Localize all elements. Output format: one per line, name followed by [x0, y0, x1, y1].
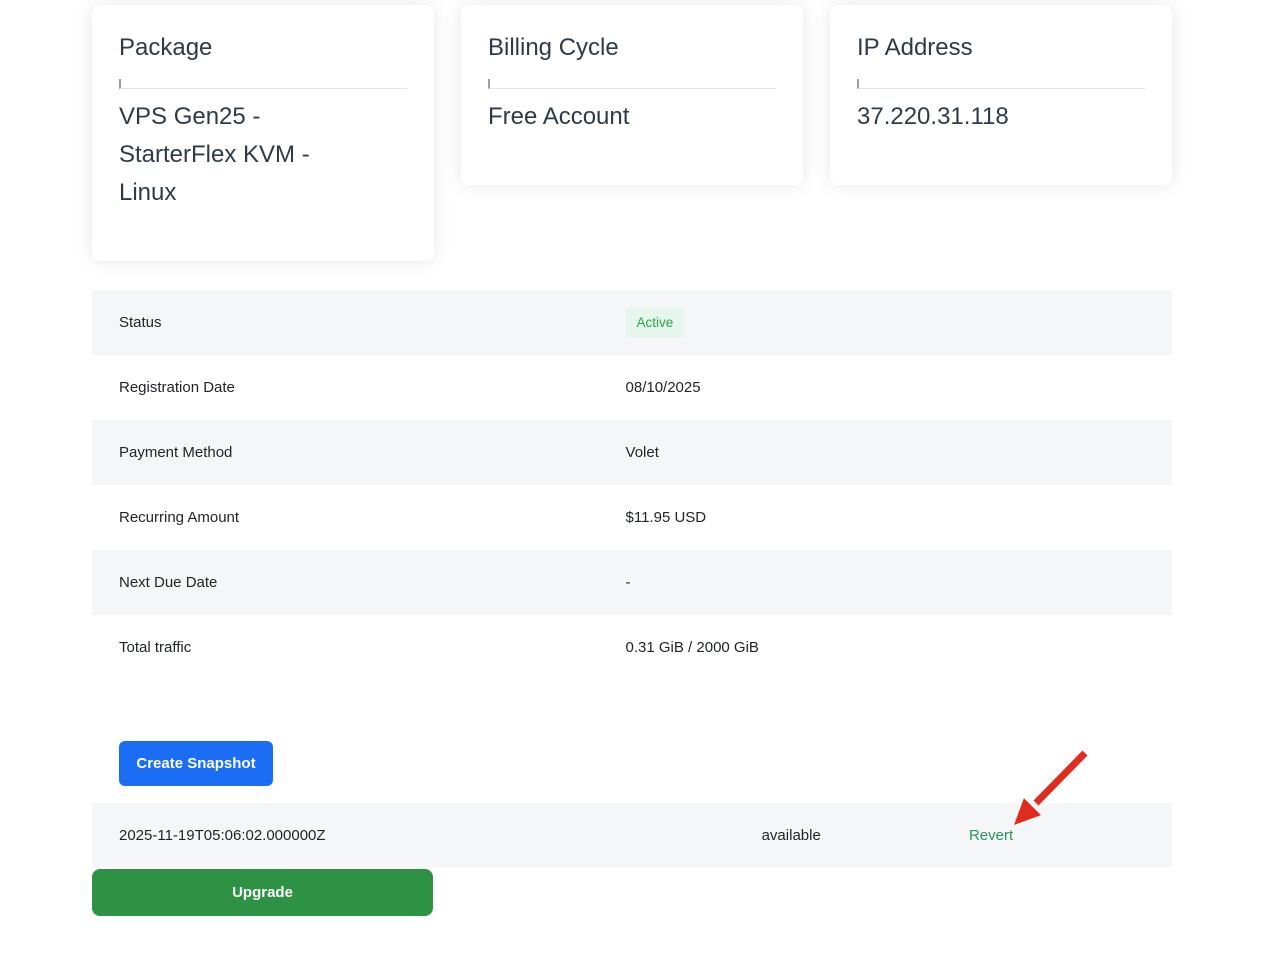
row-label: Payment Method	[92, 444, 626, 461]
status-badge: Active	[626, 307, 685, 338]
row-label: Status	[92, 314, 626, 331]
table-row-next-due-date: Next Due Date -	[92, 550, 1172, 615]
billing-cycle-value: Free Account	[488, 98, 776, 136]
card-divider	[488, 79, 776, 89]
row-label: Total traffic	[92, 639, 626, 656]
table-row-payment-method: Payment Method Volet	[92, 420, 1172, 485]
row-value: Volet	[626, 444, 1172, 461]
table-row-recurring-amount: Recurring Amount $11.95 USD	[92, 485, 1172, 550]
package-card: Package VPS Gen25 - StarterFlex KVM - Li…	[92, 5, 434, 261]
upgrade-button[interactable]: Upgrade	[92, 869, 433, 916]
details-table: Status Active Registration Date 08/10/20…	[92, 290, 1172, 680]
ip-address-value: 37.220.31.118	[857, 98, 1145, 136]
table-row-total-traffic: Total traffic 0.31 GiB / 2000 GiB	[92, 615, 1172, 680]
row-label: Recurring Amount	[92, 509, 626, 526]
snapshot-action-cell: Revert	[969, 827, 1172, 844]
ip-address-card-title: IP Address	[857, 33, 1145, 63]
snapshot-row: 2025-11-19T05:06:02.000000Z available Re…	[92, 803, 1172, 867]
table-row-registration-date: Registration Date 08/10/2025	[92, 355, 1172, 420]
package-card-title: Package	[119, 33, 407, 63]
ip-address-card: IP Address 37.220.31.118	[830, 5, 1172, 185]
row-value: Active	[626, 307, 1172, 338]
row-value: -	[626, 574, 1172, 591]
row-value: 08/10/2025	[626, 379, 1172, 396]
row-label: Registration Date	[92, 379, 626, 396]
package-name: VPS Gen25 - StarterFlex KVM - Linux	[119, 98, 364, 212]
billing-cycle-card-title: Billing Cycle	[488, 33, 776, 63]
create-snapshot-button[interactable]: Create Snapshot	[119, 741, 273, 786]
revert-link[interactable]: Revert	[969, 827, 1013, 844]
billing-cycle-card: Billing Cycle Free Account	[461, 5, 803, 185]
vps-service-details-page: Package VPS Gen25 - StarterFlex KVM - Li…	[0, 0, 1270, 962]
summary-cards: Package VPS Gen25 - StarterFlex KVM - Li…	[92, 5, 1172, 261]
table-row-status: Status Active	[92, 290, 1172, 355]
row-label: Next Due Date	[92, 574, 626, 591]
snapshot-status: available	[762, 827, 969, 844]
snapshot-timestamp: 2025-11-19T05:06:02.000000Z	[92, 827, 762, 844]
row-value: 0.31 GiB / 2000 GiB	[626, 639, 1172, 656]
row-value: $11.95 USD	[626, 509, 1172, 526]
card-divider	[119, 79, 407, 89]
card-divider	[857, 79, 1145, 89]
